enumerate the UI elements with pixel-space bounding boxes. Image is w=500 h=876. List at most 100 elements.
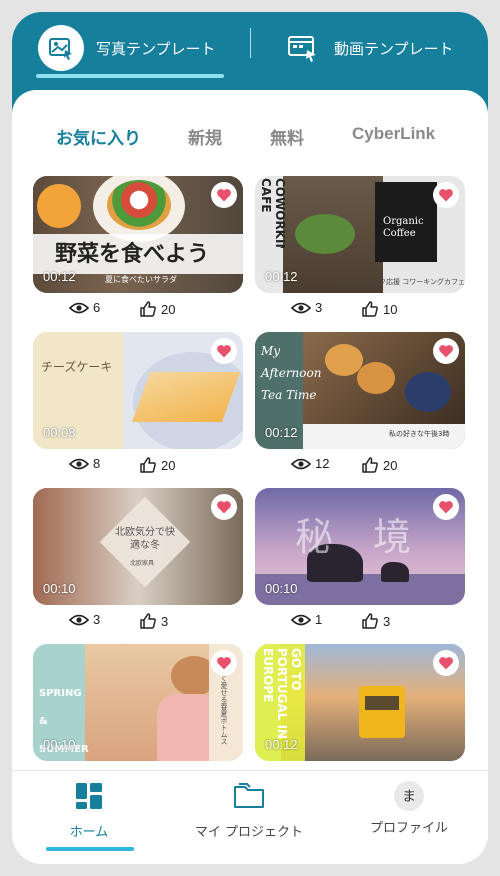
thumbs-up-icon <box>140 301 156 317</box>
device-frame: 写真テンプレート 動画テンプレート お気に入り 新規 無料 CyberLink <box>0 0 500 876</box>
avatar: ま <box>394 781 424 811</box>
eye-icon <box>291 302 311 313</box>
eye-icon <box>69 614 89 625</box>
template-subtitle: 北欧家具 <box>130 560 155 567</box>
template-duration: 00:12 <box>43 269 76 284</box>
thumbs-up-icon <box>140 613 156 629</box>
photo-template-icon <box>38 25 84 71</box>
heart-icon <box>439 189 453 202</box>
template-card[interactable]: チーズケーキ 00:08 8 20 <box>33 332 243 473</box>
video-tab-label: 動画テンプレート <box>334 39 454 58</box>
eye-icon <box>291 614 311 625</box>
views-count: 1 <box>291 612 322 627</box>
heart-icon <box>217 189 231 202</box>
nav-profile-label: プロファイル <box>369 821 448 836</box>
template-subtitle: 長く愛せる春夏ボトムス <box>220 668 228 745</box>
heart-icon <box>439 345 453 358</box>
template-stats: 3 3 <box>33 612 243 632</box>
nav-profile[interactable]: ま プロファイル <box>334 781 484 836</box>
heart-icon <box>439 501 453 514</box>
home-grid-icon <box>76 783 102 809</box>
template-card[interactable]: My Afternoon Tea Time 私の好きな午後3時 00:12 12… <box>255 332 465 473</box>
favorite-button[interactable] <box>211 650 237 676</box>
favorite-button[interactable] <box>433 338 459 364</box>
tab-photo-templates[interactable]: 写真テンプレート <box>38 20 216 76</box>
favorite-button[interactable] <box>211 182 237 208</box>
template-title: 秘境 <box>295 515 452 559</box>
template-subtitle: 私の好きな午後3時 <box>389 430 450 438</box>
thumbs-up-icon <box>140 457 156 473</box>
template-card[interactable]: 野菜を食べよう 夏に食べたいサラダ 00:12 6 20 <box>33 176 243 317</box>
template-thumbnail[interactable]: 秘境 00:10 <box>255 488 465 605</box>
template-thumbnail[interactable]: My Afternoon Tea Time 私の好きな午後3時 00:12 <box>255 332 465 449</box>
views-count: 3 <box>291 300 322 315</box>
filter-free[interactable]: 無料 <box>270 124 304 149</box>
favorite-button[interactable] <box>211 494 237 520</box>
template-card[interactable]: 北欧気分で快適な冬 北欧家具 00:10 3 3 <box>33 488 243 629</box>
favorite-button[interactable] <box>433 494 459 520</box>
views-count: 8 <box>69 456 100 471</box>
template-title: チーズケーキ <box>41 360 113 374</box>
eye-icon <box>69 302 89 313</box>
favorite-button[interactable] <box>433 182 459 208</box>
template-stats: 1 3 <box>255 612 465 632</box>
filter-favorites[interactable]: お気に入り <box>56 124 141 149</box>
template-content: お気に入り 新規 無料 CyberLink 野菜を食べよう 夏に食べたいサラダ … <box>12 90 488 790</box>
heart-icon <box>217 501 231 514</box>
template-duration: 00:12 <box>265 425 298 440</box>
template-thumbnail[interactable]: Organic Coffee COWORKING CAFE リモートワーク応援 … <box>255 176 465 293</box>
template-duration: 00:12 <box>265 269 298 284</box>
likes-count: 20 <box>361 456 397 474</box>
video-template-icon <box>284 29 322 67</box>
template-stats: 8 20 <box>33 456 243 476</box>
active-nav-indicator <box>46 847 134 851</box>
heart-icon <box>217 345 231 358</box>
template-card[interactable]: GO TO PORTUGAL IN EUROPE 00:12 <box>255 644 465 761</box>
eye-icon <box>69 458 89 469</box>
thumbs-up-icon <box>362 613 378 629</box>
template-thumbnail[interactable]: 野菜を食べよう 夏に食べたいサラダ 00:12 <box>33 176 243 293</box>
tab-video-templates[interactable]: 動画テンプレート <box>284 20 454 76</box>
filter-new[interactable]: 新規 <box>188 124 222 149</box>
filter-tabs: お気に入り 新規 無料 CyberLink <box>12 120 488 148</box>
likes-count: 20 <box>139 300 175 318</box>
filter-cyberlink[interactable]: CyberLink <box>352 124 435 144</box>
likes-count: 3 <box>139 612 168 630</box>
heart-icon <box>439 657 453 670</box>
app-screen: 写真テンプレート 動画テンプレート お気に入り 新規 無料 CyberLink <box>12 12 488 864</box>
likes-count: 10 <box>361 300 397 318</box>
template-thumbnail[interactable]: チーズケーキ 00:08 <box>33 332 243 449</box>
likes-count: 3 <box>361 612 390 630</box>
template-stats: 3 10 <box>255 300 465 320</box>
template-stats: 6 20 <box>33 300 243 320</box>
template-thumbnail[interactable]: 北欧気分で快適な冬 北欧家具 00:10 <box>33 488 243 605</box>
bottom-navigation: ホーム マイ プロジェクト ま プロファイル <box>12 770 488 864</box>
views-count: 3 <box>69 612 100 627</box>
tab-divider <box>250 28 251 58</box>
folder-icon <box>234 783 264 808</box>
template-title: 野菜を食べよう <box>55 241 210 267</box>
views-count: 12 <box>291 456 329 471</box>
template-card[interactable]: 秘境 00:10 1 3 <box>255 488 465 629</box>
favorite-button[interactable] <box>211 338 237 364</box>
template-title: 北欧気分で快適な冬 <box>115 527 175 551</box>
template-duration: 00:10 <box>265 581 298 596</box>
nav-my-projects[interactable]: マイ プロジェクト <box>174 781 324 840</box>
thumbs-up-icon <box>362 457 378 473</box>
thumbs-up-icon <box>362 301 378 317</box>
template-thumbnail[interactable]: GO TO PORTUGAL IN EUROPE 00:12 <box>255 644 465 761</box>
template-card[interactable]: SPRING & SUMMER 長く愛せる春夏ボトムス 00:10 <box>33 644 243 761</box>
template-title: COWORKING CAFE <box>259 178 287 248</box>
nav-home-label: ホーム <box>69 825 109 840</box>
template-duration: 00:12 <box>265 737 298 752</box>
template-card[interactable]: Organic Coffee COWORKING CAFE リモートワーク応援 … <box>255 176 465 317</box>
eye-icon <box>291 458 311 469</box>
template-duration: 00:10 <box>43 737 76 752</box>
template-thumbnail[interactable]: SPRING & SUMMER 長く愛せる春夏ボトムス 00:10 <box>33 644 243 761</box>
template-title: My Afternoon Tea Time <box>261 344 322 402</box>
views-count: 6 <box>69 300 100 315</box>
nav-home[interactable]: ホーム <box>14 781 164 840</box>
heart-icon <box>217 657 231 670</box>
likes-count: 20 <box>139 456 175 474</box>
favorite-button[interactable] <box>433 650 459 676</box>
